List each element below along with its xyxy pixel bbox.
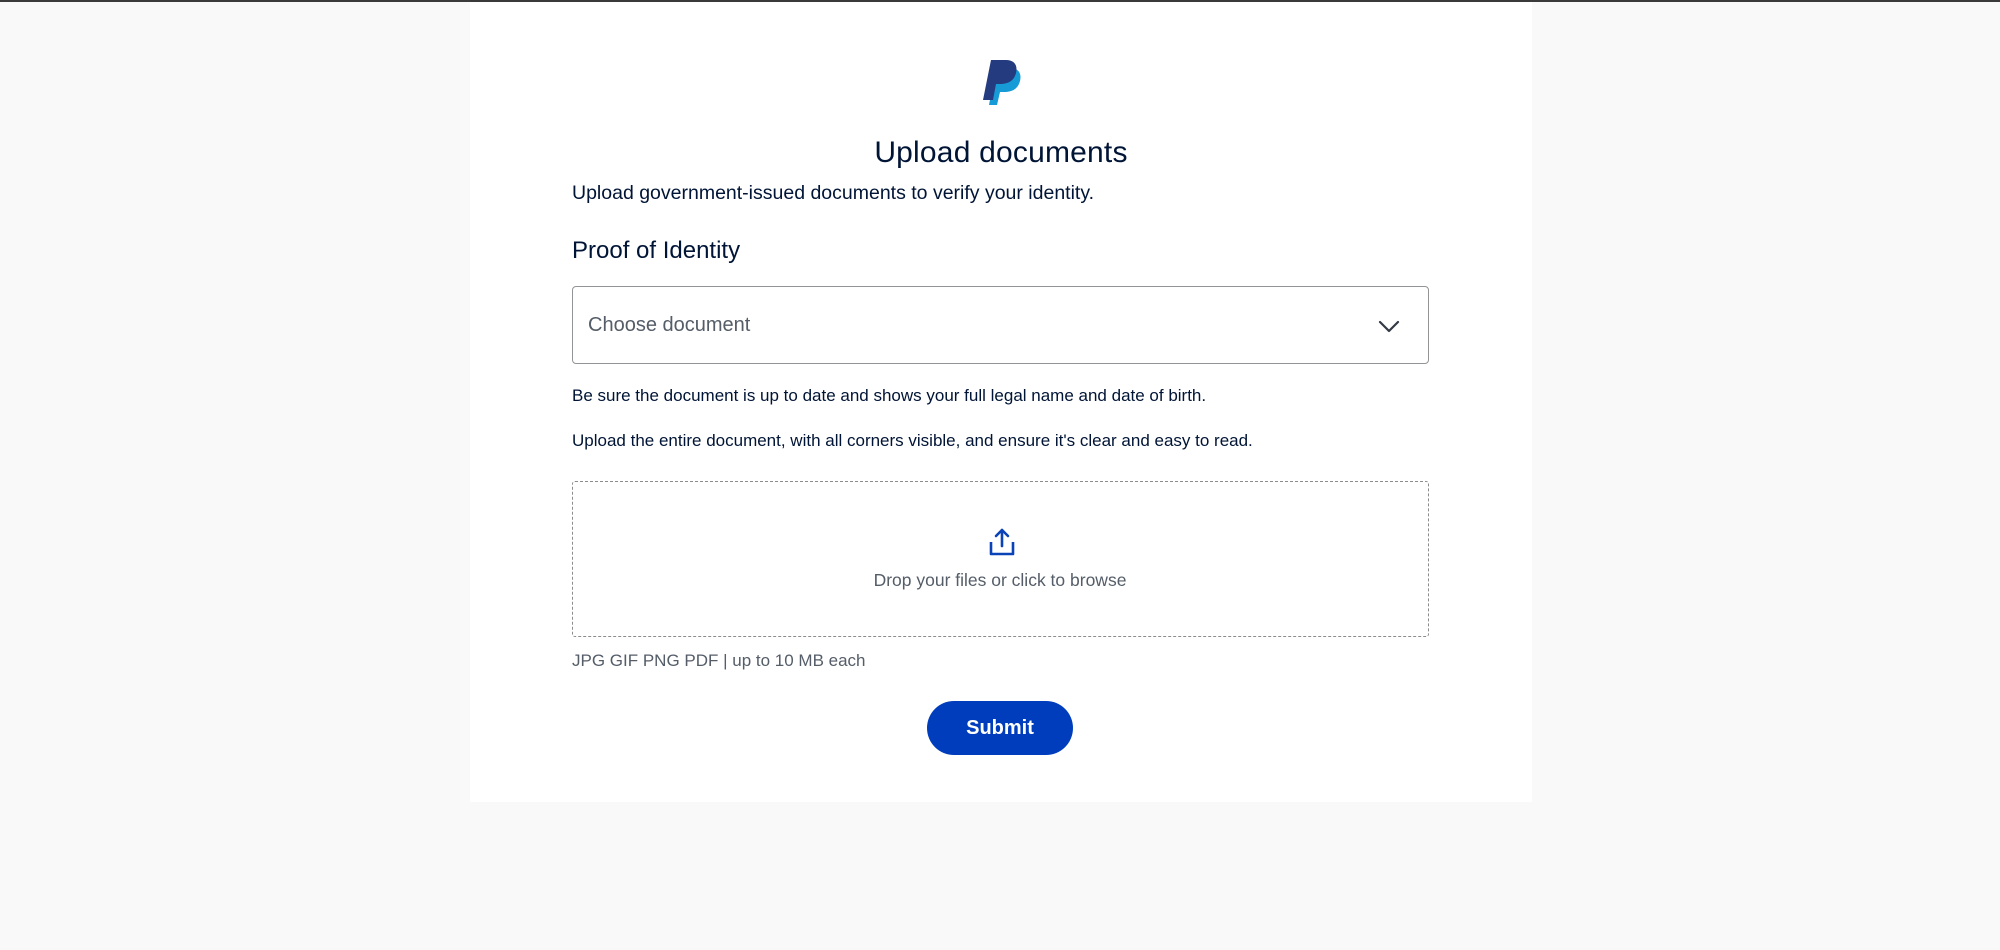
document-select-placeholder: Choose document <box>588 314 751 336</box>
paypal-logo-icon <box>980 60 1026 108</box>
page-subtitle: Upload government-issued documents to ve… <box>572 182 1095 204</box>
submit-button[interactable]: Submit <box>927 701 1073 755</box>
file-dropzone[interactable]: Drop your files or click to browse <box>572 481 1429 637</box>
document-upload-instruction: Upload the entire document, with all cor… <box>572 431 1253 450</box>
page-title: Upload documents <box>874 136 1128 169</box>
upload-icon <box>989 528 1015 556</box>
chevron-down-icon <box>1378 315 1400 337</box>
document-type-select[interactable]: Choose document <box>572 286 1429 364</box>
proof-of-identity-heading: Proof of Identity <box>572 237 741 264</box>
document-requirement-note: Be sure the document is up to date and s… <box>572 386 1207 405</box>
dropzone-label: Drop your files or click to browse <box>873 570 1127 590</box>
file-types-hint: JPG GIF PNG PDF | up to 10 MB each <box>572 651 866 670</box>
upload-card: Upload documents Upload government-issue… <box>470 2 1532 802</box>
